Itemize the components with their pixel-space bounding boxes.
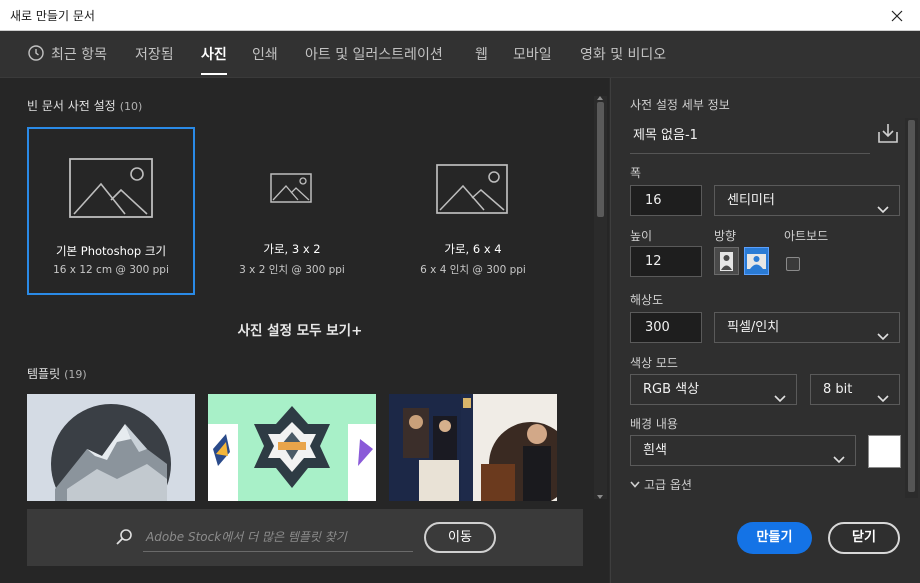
- preset-details-pane: 사전 설정 세부 정보 제목 없음-1 폭 16 센티미터 높이 방향 아트보드…: [610, 78, 920, 583]
- scroll-up-icon[interactable]: [597, 96, 603, 100]
- bit-depth-value: 8 bit: [823, 382, 853, 397]
- orientation-label: 방향: [714, 229, 737, 243]
- templates-section-title: 템플릿 (19): [27, 365, 87, 382]
- scrollbar-thumb[interactable]: [908, 120, 915, 492]
- details-title: 사전 설정 세부 정보: [630, 98, 730, 112]
- search-icon: [115, 528, 133, 550]
- preset-size: 3 x 2 인치 @ 300 ppi: [239, 264, 345, 276]
- image-placeholder-icon: [270, 173, 312, 203]
- image-placeholder-icon: [69, 158, 153, 218]
- stock-search-bar: Adobe Stock에서 더 많은 템플릿 찾기 이동: [27, 509, 583, 566]
- stock-search-input[interactable]: Adobe Stock에서 더 많은 템플릿 찾기: [146, 528, 347, 545]
- artboard-checkbox[interactable]: [786, 257, 800, 271]
- presets-scrollbar[interactable]: [594, 96, 607, 499]
- width-unit-select[interactable]: 센티미터: [714, 185, 900, 216]
- preset-size: 6 x 4 인치 @ 300 ppi: [420, 264, 526, 276]
- width-unit-value: 센티미터: [727, 193, 775, 208]
- templates-title-text: 템플릿: [27, 367, 61, 381]
- width-label: 폭: [630, 166, 642, 180]
- landscape-orientation-button[interactable]: [744, 247, 769, 275]
- advanced-options-toggle[interactable]: 고급 옵션: [630, 476, 692, 493]
- height-label: 높이: [630, 229, 653, 243]
- go-button[interactable]: 이동: [424, 522, 496, 553]
- tab-mobile[interactable]: 모바일: [513, 44, 552, 64]
- portrait-icon: [720, 252, 733, 271]
- advanced-options-label: 고급 옵션: [644, 478, 692, 492]
- preset-card-default[interactable]: 기본 Photoshop 크기 16 x 12 cm @ 300 ppi: [27, 127, 195, 295]
- height-input[interactable]: 12: [630, 246, 702, 277]
- category-tabs: 최근 항목 저장됨 사진 인쇄 아트 및 일러스트레이션 웹 모바일 영화 및 …: [0, 31, 920, 78]
- tab-recent[interactable]: 최근 항목: [51, 44, 107, 64]
- resolution-unit-select[interactable]: 픽셀/인치: [714, 312, 900, 343]
- tab-saved[interactable]: 저장됨: [135, 44, 174, 64]
- image-placeholder-icon: [436, 164, 508, 214]
- templates-count: (19): [64, 368, 87, 381]
- background-value: 흰색: [643, 443, 667, 458]
- close-icon[interactable]: [874, 0, 920, 31]
- portrait-orientation-button[interactable]: [714, 247, 739, 275]
- chevron-down-icon: [877, 385, 889, 414]
- window-title: 새로 만들기 문서: [10, 9, 95, 23]
- template-thumbnail[interactable]: [389, 394, 557, 501]
- mountain-thumbnail-image: [51, 404, 171, 501]
- tab-photo[interactable]: 사진: [201, 44, 227, 75]
- document-name-input[interactable]: 제목 없음-1: [630, 126, 870, 154]
- preset-card-6x4[interactable]: 가로, 6 x 4 6 x 4 인치 @ 300 ppi: [389, 127, 557, 295]
- template-thumbnail[interactable]: [208, 394, 376, 501]
- preset-card-3x2[interactable]: 가로, 3 x 2 3 x 2 인치 @ 300 ppi: [208, 127, 376, 295]
- color-mode-label: 색상 모드: [630, 356, 678, 370]
- presets-pane: 빈 문서 사전 설정 (10) 기본 Photoshop 크기 16 x 12 c…: [0, 78, 609, 583]
- create-button[interactable]: 만들기: [737, 522, 812, 554]
- details-scrollbar[interactable]: [905, 118, 918, 498]
- presets-title-text: 빈 문서 사전 설정: [27, 99, 116, 113]
- background-label: 배경 내용: [630, 417, 678, 431]
- fashion-thumbnail-image: [389, 394, 557, 501]
- bit-depth-select[interactable]: 8 bit: [810, 374, 900, 405]
- width-input[interactable]: 16: [630, 185, 702, 216]
- star-collage-thumbnail-image: [208, 406, 376, 501]
- background-select[interactable]: 흰색: [630, 435, 856, 466]
- presets-count: (10): [119, 100, 143, 113]
- resolution-unit-value: 픽셀/인치: [727, 320, 780, 335]
- resolution-label: 해상도: [630, 293, 664, 307]
- scrollbar-thumb[interactable]: [597, 102, 604, 217]
- save-preset-icon[interactable]: [877, 122, 899, 148]
- background-color-swatch[interactable]: [868, 435, 901, 468]
- chevron-down-icon: [630, 481, 640, 488]
- preset-name: 가로, 6 x 4: [444, 242, 502, 256]
- landscape-icon: [747, 254, 766, 269]
- search-underline: [143, 551, 413, 552]
- close-button[interactable]: 닫기: [828, 522, 900, 554]
- preset-name: 기본 Photoshop 크기: [55, 244, 167, 258]
- preset-name: 가로, 3 x 2: [263, 242, 321, 256]
- tab-film-video[interactable]: 영화 및 비디오: [580, 44, 666, 64]
- color-mode-select[interactable]: RGB 색상: [630, 374, 797, 405]
- tab-art-illustration[interactable]: 아트 및 일러스트레이션: [305, 44, 443, 64]
- chevron-down-icon: [774, 385, 786, 414]
- chevron-down-icon: [833, 446, 845, 475]
- chevron-down-icon: [877, 323, 889, 352]
- clock-icon: [28, 45, 44, 65]
- color-mode-value: RGB 색상: [643, 382, 700, 397]
- scroll-down-icon[interactable]: [597, 495, 603, 499]
- preset-size: 16 x 12 cm @ 300 ppi: [53, 264, 169, 276]
- see-all-presets-link[interactable]: 사진 설정 모두 보기+: [0, 319, 600, 339]
- tab-print[interactable]: 인쇄: [252, 44, 278, 64]
- artboard-label: 아트보드: [784, 229, 829, 243]
- resolution-input[interactable]: 300: [630, 312, 702, 343]
- presets-section-title: 빈 문서 사전 설정 (10): [27, 97, 142, 114]
- chevron-down-icon: [877, 196, 889, 225]
- title-bar: 새로 만들기 문서: [0, 0, 920, 31]
- template-thumbnail[interactable]: [27, 394, 195, 501]
- tab-web[interactable]: 웹: [475, 44, 488, 64]
